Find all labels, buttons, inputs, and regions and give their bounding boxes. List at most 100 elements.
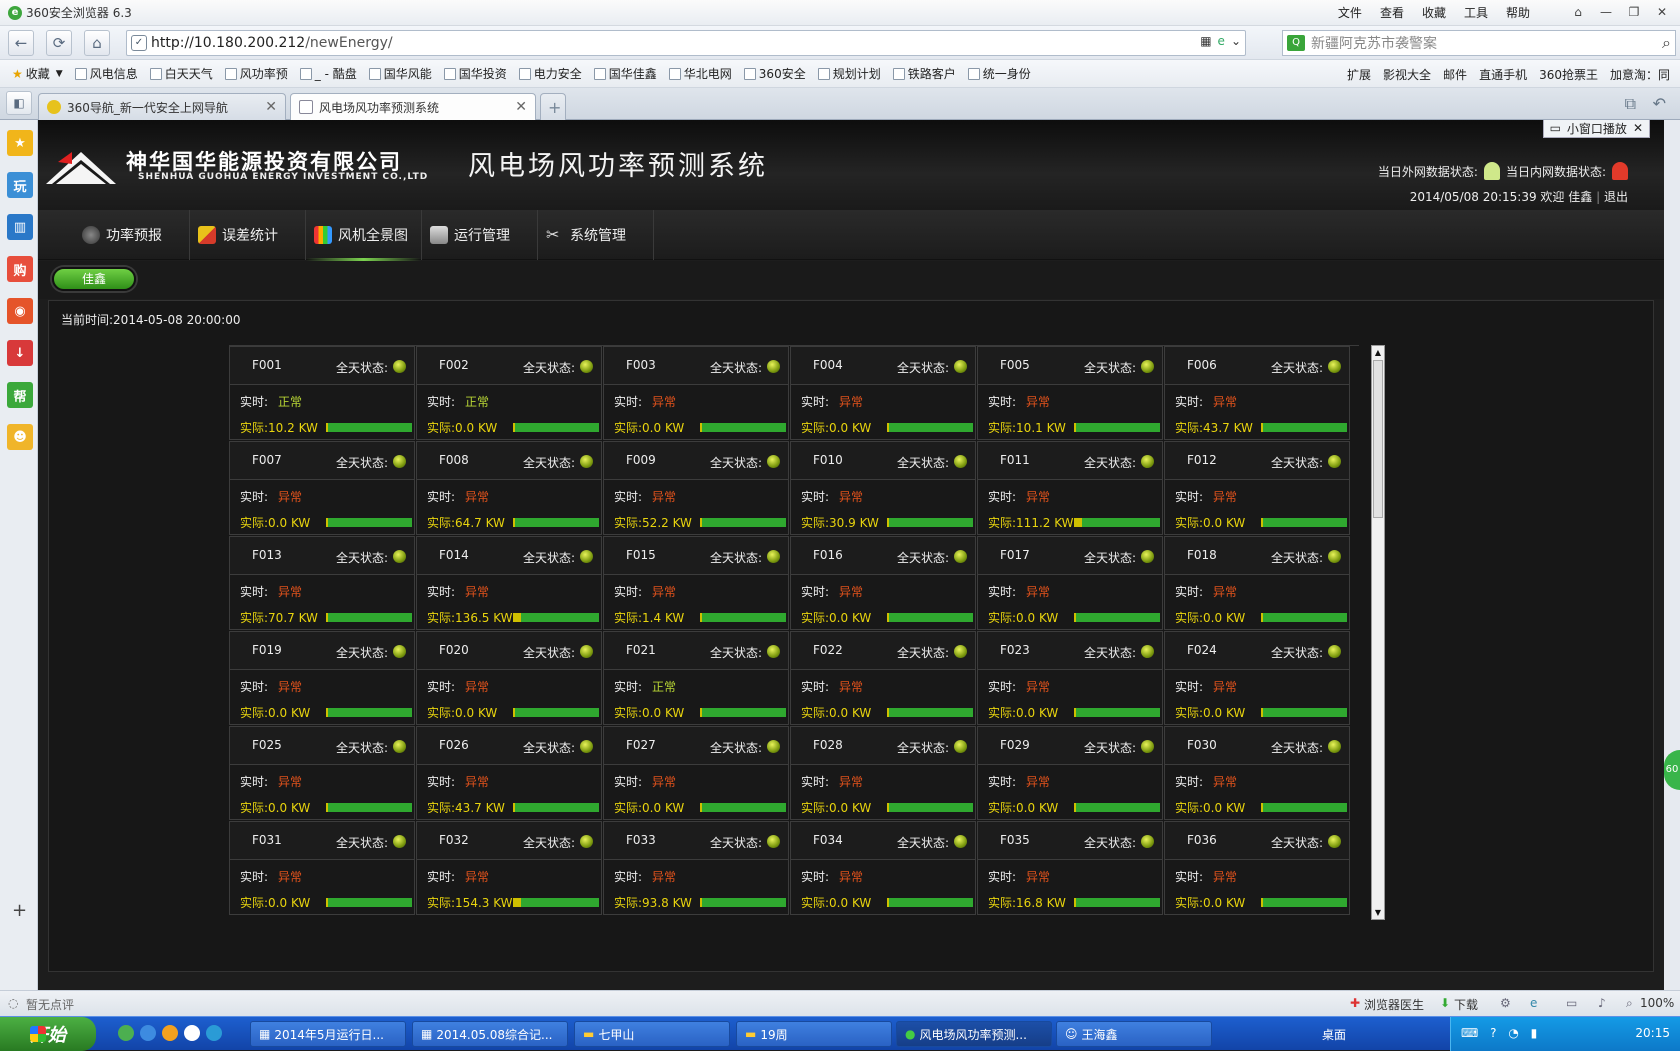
turbine-cell[interactable]: F021 全天状态: 实时: 正常 实际:0.0 KW — [603, 631, 789, 725]
turbine-cell[interactable]: F010 全天状态: 实时: 异常 实际:30.9 KW — [790, 441, 976, 535]
favorite-item[interactable]: 电力安全 — [518, 65, 582, 82]
turbine-cell[interactable]: F015 全天状态: 实时: 异常 实际:1.4 KW — [603, 536, 789, 630]
chevron-down-icon[interactable]: ⌄ — [1231, 34, 1241, 48]
search-input[interactable]: Q 新疆阿克苏市袭警案 ⌕ — [1282, 30, 1676, 56]
favorite-item[interactable]: _ - 酷盘 — [299, 65, 357, 82]
close-icon[interactable]: ✕ — [1633, 121, 1643, 135]
nav-system-admin[interactable]: ✂ 系统管理 — [538, 210, 654, 260]
ie-icon[interactable]: e — [1530, 996, 1537, 1010]
help-icon[interactable]: 帮 — [7, 382, 33, 408]
close-tab-icon[interactable]: ✕ — [265, 99, 277, 115]
favorite-item[interactable]: 规划计划 — [817, 65, 881, 82]
mute-icon[interactable]: ⚙ — [1500, 996, 1511, 1010]
turbine-cell[interactable]: F018 全天状态: 实时: 异常 实际:0.0 KW — [1164, 536, 1350, 630]
home-button[interactable]: ⌂ — [84, 30, 110, 56]
favorite-item[interactable]: 国华风能 — [368, 65, 432, 82]
shopping-button[interactable]: 加意淘：同 — [1610, 66, 1670, 83]
turbine-cell[interactable]: F036 全天状态: 实时: 异常 实际:0.0 KW — [1164, 821, 1350, 915]
task-item[interactable]: ▬ 19周 — [736, 1021, 892, 1047]
close-tab-icon[interactable]: ✕ — [515, 99, 527, 115]
turbine-cell[interactable]: F007 全天状态: 实时: 异常 实际:0.0 KW — [229, 441, 415, 535]
logout-link[interactable]: 退出 — [1604, 190, 1628, 204]
speed-float-icon[interactable]: 60 — [1664, 750, 1680, 790]
app-icon[interactable] — [206, 1025, 222, 1041]
turbine-cell[interactable]: F028 全天状态: 实时: 异常 实际:0.0 KW — [790, 726, 976, 820]
new-tab-button[interactable]: + — [540, 93, 566, 120]
scroll-up-icon[interactable]: ▲ — [1372, 346, 1384, 359]
refresh-button[interactable]: ⟳ — [46, 30, 72, 56]
turbine-cell[interactable]: F013 全天状态: 实时: 异常 实际:70.7 KW — [229, 536, 415, 630]
url-input[interactable]: ✓ http://10.180.200.212/newEnergy/ ▦ e ⌄ — [126, 30, 1246, 56]
turbine-cell[interactable]: F014 全天状态: 实时: 异常 实际:136.5 KW — [416, 536, 602, 630]
task-item[interactable]: ☺ 王海鑫 — [1056, 1021, 1212, 1047]
undo-close-icon[interactable]: ↶ — [1653, 94, 1666, 113]
turbine-cell[interactable]: F004 全天状态: 实时: 异常 实际:0.0 KW — [790, 346, 976, 440]
book-icon[interactable]: ▥ — [7, 214, 33, 240]
browser-doctor[interactable]: 浏览器医生 — [1364, 996, 1424, 1013]
favorite-item[interactable]: 风电信息 — [74, 65, 138, 82]
scroll-down-icon[interactable]: ▼ — [1372, 906, 1384, 919]
nav-operations[interactable]: 运行管理 — [422, 210, 538, 260]
zoom-level[interactable]: 100% — [1640, 996, 1674, 1010]
turbine-cell[interactable]: F026 全天状态: 实时: 异常 实际:43.7 KW — [416, 726, 602, 820]
task-item-active[interactable]: ● 风电场风功率预测... — [896, 1021, 1052, 1047]
nav-error-stats[interactable]: 误差统计 — [190, 210, 306, 260]
turbine-cell[interactable]: F019 全天状态: 实时: 异常 实际:0.0 KW — [229, 631, 415, 725]
favorite-item[interactable]: 国华投资 — [443, 65, 507, 82]
window-icon[interactable]: ▭ — [1566, 996, 1577, 1010]
task-item[interactable]: ▦ 2014年5月运行日... — [250, 1021, 406, 1047]
tab-wind-power[interactable]: 风电场风功率预测系统 ✕ — [290, 93, 536, 120]
scroll-thumb[interactable] — [1373, 360, 1383, 518]
tab-360-nav[interactable]: 360导航_新一代安全上网导航 ✕ — [38, 93, 286, 120]
turbine-cell[interactable]: F009 全天状态: 实时: 异常 实际:52.2 KW — [603, 441, 789, 535]
nav-turbine-overview[interactable]: 风机全景图 — [306, 210, 422, 261]
nav-power-forecast[interactable]: 功率预报 — [74, 210, 190, 260]
menu-file[interactable]: 文件 — [1338, 4, 1362, 21]
grid-scrollbar[interactable]: ▲ ▼ — [1371, 345, 1385, 920]
turbine-cell[interactable]: F005 全天状态: 实时: 异常 实际:10.1 KW — [977, 346, 1163, 440]
download-icon[interactable]: ↓ — [7, 340, 33, 366]
favorite-item[interactable]: 白天天气 — [149, 65, 213, 82]
turbine-cell[interactable]: F003 全天状态: 实时: 异常 实际:0.0 KW — [603, 346, 789, 440]
turbine-cell[interactable]: F031 全天状态: 实时: 异常 实际:0.0 KW — [229, 821, 415, 915]
turbine-cell[interactable]: F027 全天状态: 实时: 异常 实际:0.0 KW — [603, 726, 789, 820]
tab-list-icon[interactable]: ⧉ — [1625, 94, 1636, 114]
star-icon[interactable]: ★ — [7, 130, 33, 156]
tray-icons[interactable]: ⌨ ? ◔ ▮ — [1461, 1026, 1541, 1040]
minimize-icon[interactable]: — — [1594, 2, 1618, 22]
back-button[interactable]: ← — [8, 30, 34, 56]
search-engine-icon[interactable]: Q — [1287, 35, 1305, 51]
turbine-cell[interactable]: F032 全天状态: 实时: 异常 实际:154.3 KW — [416, 821, 602, 915]
turbine-cell[interactable]: F023 全天状态: 实时: 异常 实际:0.0 KW — [977, 631, 1163, 725]
turbine-cell[interactable]: F024 全天状态: 实时: 异常 实际:0.0 KW — [1164, 631, 1350, 725]
sidebar-toggle-icon[interactable]: ◧ — [6, 91, 32, 115]
favorite-item[interactable]: 华北电网 — [668, 65, 732, 82]
skin-icon[interactable]: ⌂ — [1566, 2, 1590, 22]
turbine-cell[interactable]: F025 全天状态: 实时: 异常 实际:0.0 KW — [229, 726, 415, 820]
turbine-cell[interactable]: F006 全天状态: 实时: 异常 实际:43.7 KW — [1164, 346, 1350, 440]
turbine-cell[interactable]: F034 全天状态: 实时: 异常 实际:0.0 KW — [790, 821, 976, 915]
desktop-toolbar[interactable]: 桌面 — [1322, 1026, 1346, 1043]
video-button[interactable]: 影视大全 — [1383, 66, 1431, 83]
close-icon[interactable]: ✕ — [1650, 2, 1674, 22]
turbine-cell[interactable]: F001 全天状态: 实时: 正常 实际:10.2 KW — [229, 346, 415, 440]
ticket-button[interactable]: 360抢票王 — [1539, 66, 1598, 83]
start-button[interactable]: 开始 — [0, 1017, 96, 1051]
qr-icon[interactable]: ▦ — [1200, 34, 1211, 48]
turbine-cell[interactable]: F011 全天状态: 实时: 异常 实际:111.2 KW — [977, 441, 1163, 535]
turbine-cell[interactable]: F035 全天状态: 实时: 异常 实际:16.8 KW — [977, 821, 1163, 915]
favorite-item[interactable]: 国华佳鑫 — [593, 65, 657, 82]
favorite-item[interactable]: 统一身份 — [967, 65, 1031, 82]
weibo-icon[interactable]: ◉ — [7, 298, 33, 324]
shop-icon[interactable]: 购 — [7, 256, 33, 282]
menu-tools[interactable]: 工具 — [1464, 4, 1488, 21]
menu-help[interactable]: 帮助 — [1506, 4, 1530, 21]
ie-mode-icon[interactable]: e — [1218, 34, 1225, 48]
turbine-cell[interactable]: F030 全天状态: 实时: 异常 实际:0.0 KW — [1164, 726, 1350, 820]
extensions-button[interactable]: 扩展 — [1347, 66, 1371, 83]
turbine-cell[interactable]: F016 全天状态: 实时: 异常 实际:0.0 KW — [790, 536, 976, 630]
turbine-cell[interactable]: F022 全天状态: 实时: 异常 实际:0.0 KW — [790, 631, 976, 725]
ie-icon[interactable] — [140, 1025, 156, 1041]
turbine-cell[interactable]: F029 全天状态: 实时: 异常 实际:0.0 KW — [977, 726, 1163, 820]
volume-icon[interactable]: ♪ — [1598, 996, 1606, 1010]
